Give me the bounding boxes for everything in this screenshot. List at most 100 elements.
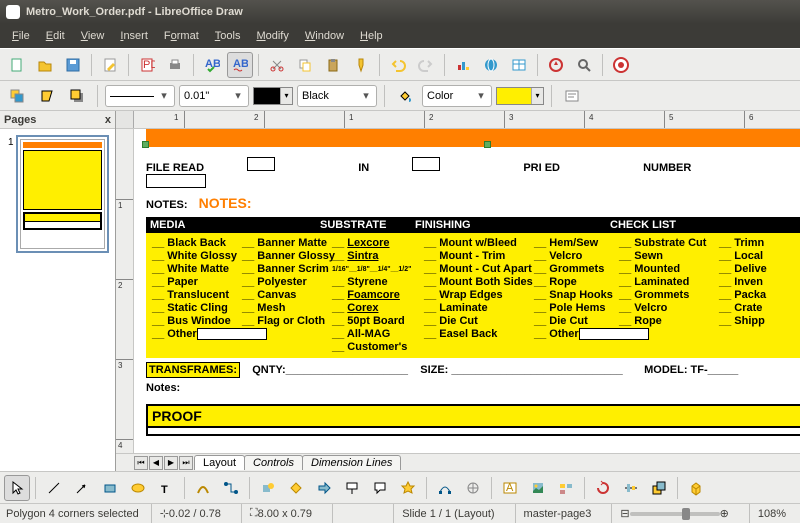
text-tool[interactable]: T (153, 475, 179, 501)
spellcheck-button[interactable]: ABC (199, 52, 225, 78)
chart-button[interactable] (450, 52, 476, 78)
pages-thumbnails[interactable]: 1 (0, 129, 115, 471)
area-button[interactable] (34, 83, 60, 109)
edit-file-button[interactable] (97, 52, 123, 78)
save-button[interactable] (60, 52, 86, 78)
extrusion-tool[interactable] (683, 475, 709, 501)
page-thumbnail-1[interactable] (16, 135, 109, 253)
status-selection: Polygon 4 corners selected (6, 508, 139, 520)
app-icon (6, 5, 20, 19)
standard-toolbar: PDF ABC ABC (0, 49, 800, 81)
new-button[interactable] (4, 52, 30, 78)
from-file-tool[interactable] (525, 475, 551, 501)
chevron-down-icon: ▾ (158, 89, 170, 102)
tab-dimension-lines[interactable]: Dimension Lines (302, 455, 401, 470)
line-width-combo[interactable]: 0.01"▾ (179, 85, 249, 107)
table-button[interactable] (506, 52, 532, 78)
zoom-value[interactable]: 108% (749, 504, 794, 523)
svg-text:T: T (161, 484, 168, 496)
orange-header-bar (146, 129, 800, 147)
menu-tools[interactable]: Tools (207, 27, 249, 45)
status-slide: Slide 1 / 1 (Layout) (393, 504, 502, 523)
fontwork-tool[interactable]: A (497, 475, 523, 501)
line-fill-toolbar: ▾ 0.01"▾ ▾ Black▾ Color▾ ▾ (0, 81, 800, 111)
flowchart-tool[interactable] (339, 475, 365, 501)
select-tool[interactable] (4, 475, 30, 501)
menu-edit[interactable]: Edit (38, 27, 73, 45)
menu-insert[interactable]: Insert (112, 27, 156, 45)
line-style-combo[interactable]: ▾ (105, 85, 175, 107)
tab-nav-first[interactable]: ⏮ (134, 456, 148, 470)
print-button[interactable] (162, 52, 188, 78)
menu-modify[interactable]: Modify (248, 27, 296, 45)
export-pdf-button[interactable]: PDF (134, 52, 160, 78)
line-color-combo[interactable]: Black▾ (297, 85, 377, 107)
points-tool[interactable] (432, 475, 458, 501)
line-color-swatch[interactable]: ▾ (253, 87, 293, 105)
drawing-canvas[interactable]: FILE READ IN PRI ED NUMBER NOTES: NOTES:… (134, 129, 800, 453)
arrange-button[interactable] (4, 83, 30, 109)
stars-tool[interactable] (395, 475, 421, 501)
curve-tool[interactable] (190, 475, 216, 501)
align-tool[interactable] (618, 475, 644, 501)
format-paintbrush-button[interactable] (348, 52, 374, 78)
status-master: master-page3 (515, 504, 600, 523)
connector-tool[interactable] (218, 475, 244, 501)
styles-button[interactable] (559, 83, 585, 109)
copy-button[interactable] (292, 52, 318, 78)
close-icon[interactable]: x (105, 114, 111, 126)
document-page: FILE READ IN PRI ED NUMBER NOTES: NOTES:… (134, 129, 800, 436)
rectangle-tool[interactable] (97, 475, 123, 501)
fill-color-swatch[interactable]: ▾ (496, 87, 544, 105)
rotate-tool[interactable] (590, 475, 616, 501)
symbol-shapes-tool[interactable] (283, 475, 309, 501)
help-button[interactable] (608, 52, 634, 78)
shadow-button[interactable] (64, 83, 90, 109)
window-titlebar: Metro_Work_Order.pdf - LibreOffice Draw (0, 0, 800, 24)
hyperlink-button[interactable] (478, 52, 504, 78)
window-title: Metro_Work_Order.pdf - LibreOffice Draw (26, 6, 243, 18)
navigator-button[interactable] (543, 52, 569, 78)
menu-window[interactable]: Window (297, 27, 352, 45)
tab-nav-next[interactable]: ▶ (164, 456, 178, 470)
notes-row: NOTES: NOTES: (146, 195, 800, 211)
chevron-down-icon: ▾ (232, 89, 244, 102)
redo-button[interactable] (413, 52, 439, 78)
autospell-button[interactable]: ABC (227, 52, 253, 78)
tab-layout[interactable]: Layout (194, 455, 245, 470)
drawing-toolbar: T A (0, 471, 800, 503)
menu-format[interactable]: Format (156, 27, 207, 45)
menu-help[interactable]: Help (352, 27, 391, 45)
svg-text:PDF: PDF (143, 59, 155, 71)
menu-file[interactable]: File (4, 27, 38, 45)
callouts-tool[interactable] (367, 475, 393, 501)
canvas-area: 1 2 1 2 3 4 5 6 1 2 3 4 (116, 111, 800, 471)
vertical-ruler[interactable]: 1 2 3 4 (116, 129, 134, 453)
tab-nav-last[interactable]: ⏭ (179, 456, 193, 470)
block-arrows-tool[interactable] (311, 475, 337, 501)
svg-text:ABC: ABC (233, 58, 248, 70)
tab-controls[interactable]: Controls (244, 455, 303, 470)
arrange-tool[interactable] (646, 475, 672, 501)
fill-bucket-icon[interactable] (392, 83, 418, 109)
basic-shapes-tool[interactable] (255, 475, 281, 501)
fill-type-combo[interactable]: Color▾ (422, 85, 492, 107)
gallery-tool[interactable] (553, 475, 579, 501)
options-table: MEDIA SUBSTRATE FINISHING CHECK LIST __ … (146, 217, 800, 358)
tab-nav-prev[interactable]: ◀ (149, 456, 163, 470)
open-button[interactable] (32, 52, 58, 78)
gluepoints-tool[interactable] (460, 475, 486, 501)
undo-button[interactable] (385, 52, 411, 78)
line-tool[interactable] (41, 475, 67, 501)
ellipse-tool[interactable] (125, 475, 151, 501)
form-row-1: FILE READ IN PRI ED NUMBER (146, 155, 800, 193)
zoom-button[interactable] (571, 52, 597, 78)
arrow-tool[interactable] (69, 475, 95, 501)
layer-tabs: ⏮ ◀ ▶ ⏭ Layout Controls Dimension Lines (116, 453, 800, 471)
menu-view[interactable]: View (73, 27, 113, 45)
horizontal-ruler[interactable]: 1 2 1 2 3 4 5 6 (116, 111, 800, 129)
status-position: ⊹ 0.02 / 0.78 (151, 504, 229, 523)
zoom-slider[interactable]: ⊟⊕ (611, 504, 736, 523)
cut-button[interactable] (264, 52, 290, 78)
paste-button[interactable] (320, 52, 346, 78)
